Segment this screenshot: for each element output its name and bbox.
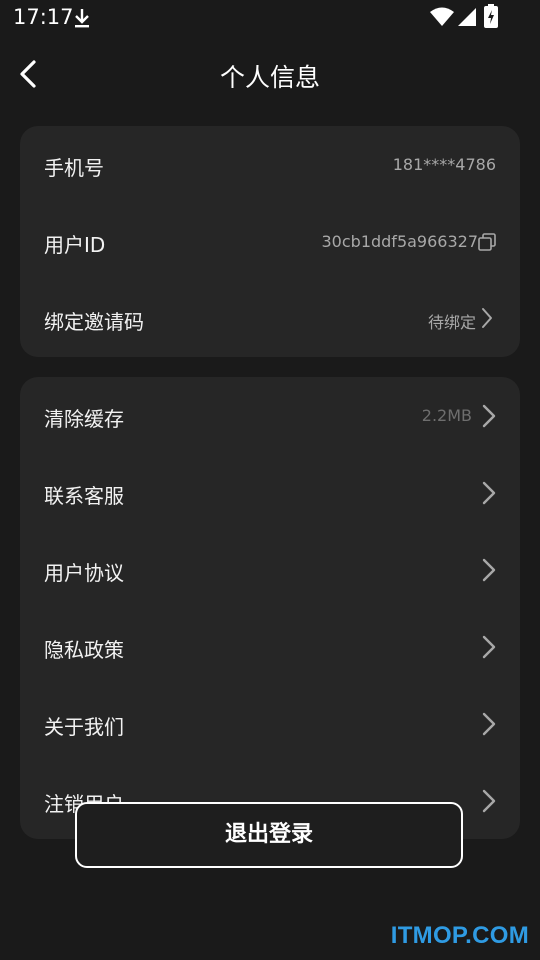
user-id-label: 用户ID (44, 233, 106, 257)
copy-icon[interactable] (478, 233, 496, 251)
chevron-right-icon (482, 789, 496, 813)
chevron-right-icon (482, 712, 496, 736)
clear-cache-label: 清除缓存 (44, 407, 124, 431)
account-info-card: 手机号 181****4786 用户ID 30cb1ddf5a966327 绑定… (20, 126, 520, 357)
user-id-row: 用户ID 30cb1ddf5a966327 (20, 203, 520, 280)
status-time: 17:17 (13, 5, 74, 29)
phone-row: 手机号 181****4786 (20, 126, 520, 203)
page-title: 个人信息 (219, 63, 320, 92)
chevron-right-icon (482, 404, 496, 428)
chevron-right-icon (482, 308, 492, 328)
settings-card: 清除缓存 2.2MB 联系客服 用户协议 隐私政策 关于我们 注销用户 (20, 377, 520, 839)
battery-charging-icon (484, 4, 498, 28)
status-bar: 17:17 (0, 0, 540, 36)
about-us-label: 关于我们 (44, 715, 124, 739)
contact-service-label: 联系客服 (44, 484, 124, 508)
contact-service-row[interactable]: 联系客服 (20, 454, 520, 531)
privacy-policy-row[interactable]: 隐私政策 (20, 608, 520, 685)
user-id-value: 30cb1ddf5a966327 (321, 232, 479, 251)
phone-label: 手机号 (44, 156, 104, 180)
about-us-row[interactable]: 关于我们 (20, 685, 520, 762)
watermark: ITMOP.COM (390, 922, 529, 949)
chevron-right-icon (482, 558, 496, 582)
cache-size-value: 2.2MB (421, 406, 472, 425)
wifi-icon (430, 7, 454, 26)
signal-icon (458, 8, 476, 26)
invite-code-label: 绑定邀请码 (44, 310, 144, 334)
download-icon (75, 9, 89, 28)
user-agreement-label: 用户协议 (44, 561, 124, 585)
phone-value: 181****4786 (392, 155, 496, 174)
privacy-policy-label: 隐私政策 (44, 638, 124, 662)
header: 个人信息 (0, 44, 540, 104)
logout-label: 退出登录 (224, 822, 313, 847)
chevron-right-icon (482, 635, 496, 659)
invite-code-row[interactable]: 绑定邀请码 待绑定 (20, 280, 520, 357)
user-agreement-row[interactable]: 用户协议 (20, 531, 520, 608)
logout-button[interactable]: 退出登录 (75, 802, 463, 868)
invite-code-value: 待绑定 (427, 313, 476, 332)
chevron-right-icon (482, 481, 496, 505)
clear-cache-row[interactable]: 清除缓存 2.2MB (20, 377, 520, 454)
